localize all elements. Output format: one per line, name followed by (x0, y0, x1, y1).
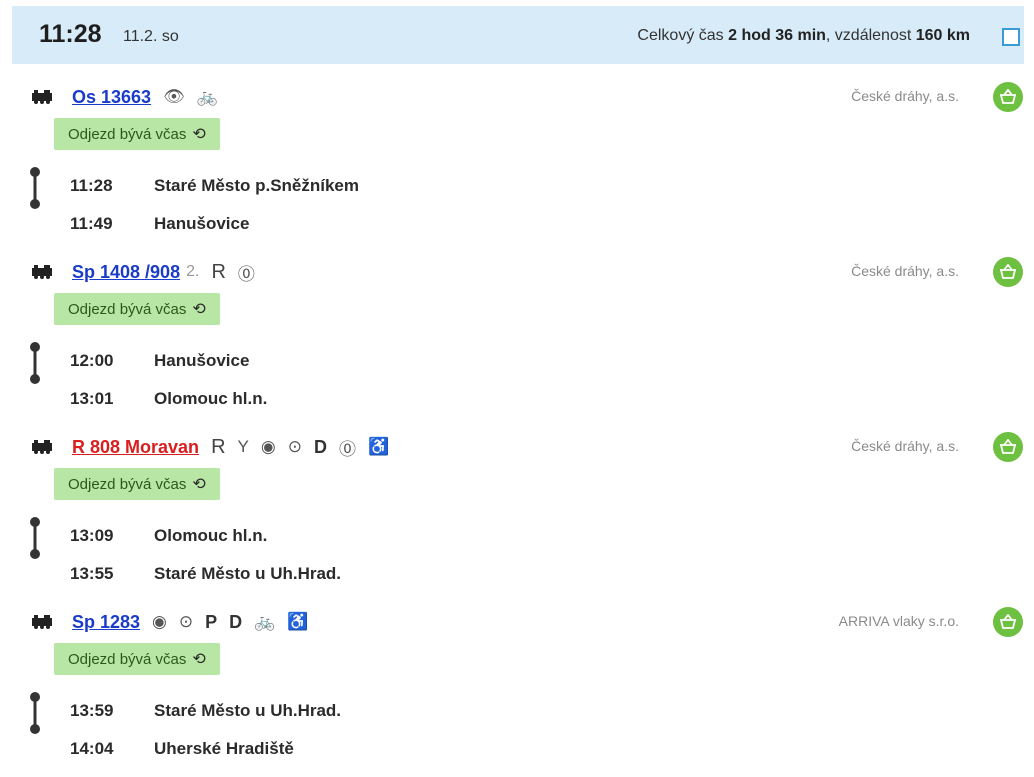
train-icon (32, 265, 52, 279)
stop-time: 14:04 (70, 739, 114, 758)
stop-row: 12:00 Hanušovice (70, 347, 249, 375)
eye-icon: 👁 (163, 87, 185, 106)
punctuality-badge: Odjezd bývá včas ⟲ (54, 468, 220, 500)
route-line-icon (30, 692, 40, 734)
route-line-icon (30, 167, 40, 209)
stop-station: Hanušovice (154, 214, 250, 233)
train-segment: Sp 1408 /908 2. R ⓪ České dráhy, a.s. Od… (0, 257, 1034, 427)
select-connection-checkbox[interactable] (1002, 28, 1020, 46)
status-text: Odjezd bývá včas (68, 475, 187, 493)
stop-station: Staré Město u Uh.Hrad. (154, 701, 342, 720)
stop-station: Staré Město u Uh.Hrad. (154, 564, 342, 583)
train-segment: R 808 Moravan R Y ◉ ⊙ D ⓪ ♿ České dráhy,… (0, 432, 1034, 602)
stop-station: Uherské Hradiště (154, 739, 294, 758)
stop-time: 13:01 (70, 389, 114, 408)
stop-row: 13:01 Olomouc hl.n. (70, 385, 267, 413)
history-icon: ⟲ (192, 301, 206, 318)
dining-icon: ◉ (152, 612, 167, 631)
status-text: Odjezd bývá včas (68, 125, 187, 143)
basket-icon[interactable] (993, 607, 1023, 637)
departure-date: 11.2. so (123, 28, 179, 45)
d-category-icon: D (313, 436, 327, 457)
dining-icon: ◉ (260, 437, 276, 456)
basket-icon[interactable] (993, 257, 1023, 287)
history-icon: ⟲ (192, 476, 206, 493)
stop-time: 13:55 (70, 564, 114, 583)
stop-station: Olomouc hl.n. (154, 389, 268, 408)
class-label: 2. (186, 263, 200, 280)
route-line-icon (30, 517, 40, 559)
bicycle-reservation-icon: ⓪ (237, 264, 255, 284)
status-text: Odjezd bývá včas (68, 300, 187, 318)
train-segment: Os 13663 👁 🚲 České dráhy, a.s. Odjezd bý… (0, 82, 1034, 252)
train-icon (32, 90, 52, 104)
stop-time: 11:49 (70, 214, 113, 233)
departure-time: 11:28 (39, 20, 102, 48)
train-link[interactable]: Sp 1408 /908 (72, 262, 180, 283)
stop-row: 13:55 Staré Město u Uh.Hrad. (70, 560, 341, 588)
basket-icon[interactable] (993, 82, 1023, 112)
train-icon (32, 440, 52, 454)
train-segment: Sp 1283 ◉ ⊙ P D 🚲 ♿ ARRIVA vlaky s.r.o. … (0, 607, 1034, 777)
stop-time: 13:59 (70, 701, 114, 720)
wifi-icon: ⊙ (178, 612, 194, 631)
status-text: Odjezd bývá včas (68, 650, 187, 668)
carrier-name: České dráhy, a.s. (851, 88, 959, 104)
train-icon (32, 615, 52, 629)
bicycle-icon: 🚲 (254, 612, 276, 631)
wheelchair-icon: ♿ (287, 612, 309, 631)
stop-row: 11:49 Hanušovice (70, 210, 249, 238)
stop-time: 13:09 (70, 526, 114, 545)
stop-station: Hanušovice (154, 351, 250, 370)
restaurant-icon: Y (237, 437, 249, 456)
summary-prefix: Celkový čas (637, 27, 729, 44)
connection-summary: Celkový čas 2 hod 36 min, vzdálenost 160… (637, 27, 970, 45)
summary-mid: , vzdálenost (825, 27, 916, 44)
stop-time: 11:28 (70, 176, 113, 195)
train-link[interactable]: Os 13663 (72, 87, 151, 108)
reservation-icon: R (211, 260, 226, 283)
carrier-name: České dráhy, a.s. (851, 263, 959, 279)
wheelchair-icon: ♿ (367, 437, 390, 456)
punctuality-badge: Odjezd bývá včas ⟲ (54, 643, 220, 675)
route-line-icon (30, 342, 40, 384)
train-link[interactable]: Sp 1283 (72, 612, 140, 633)
total-duration: 2 hod 36 min (728, 27, 826, 44)
stop-row: 13:09 Olomouc hl.n. (70, 522, 267, 550)
basket-icon[interactable] (993, 432, 1023, 462)
stop-row: 14:04 Uherské Hradiště (70, 735, 294, 763)
total-distance: 160 km (915, 27, 970, 44)
history-icon: ⟲ (192, 126, 206, 143)
reservation-icon: R (211, 435, 226, 458)
bicycle-icon: 🚲 (196, 87, 218, 106)
punctuality-badge: Odjezd bývá včas ⟲ (54, 118, 220, 150)
stop-row: 11:28 Staré Město p.Sněžníkem (70, 172, 359, 200)
wifi-icon: ⊙ (287, 437, 302, 456)
punctuality-badge: Odjezd bývá včas ⟲ (54, 293, 220, 325)
connection-header: 11:28 11.2. so Celkový čas 2 hod 36 min,… (12, 6, 1024, 64)
stop-row: 13:59 Staré Město u Uh.Hrad. (70, 697, 341, 725)
bicycle-reservation-icon: ⓪ (338, 439, 356, 459)
carrier-name: České dráhy, a.s. (851, 438, 959, 454)
parking-icon: P (205, 611, 218, 632)
stop-station: Staré Město p.Sněžníkem (154, 176, 360, 195)
carrier-name: ARRIVA vlaky s.r.o. (838, 613, 959, 629)
stop-station: Olomouc hl.n. (154, 526, 268, 545)
history-icon: ⟲ (192, 651, 206, 668)
train-link[interactable]: R 808 Moravan (72, 437, 199, 458)
stop-time: 12:00 (70, 351, 114, 370)
d-category-icon: D (229, 611, 243, 632)
